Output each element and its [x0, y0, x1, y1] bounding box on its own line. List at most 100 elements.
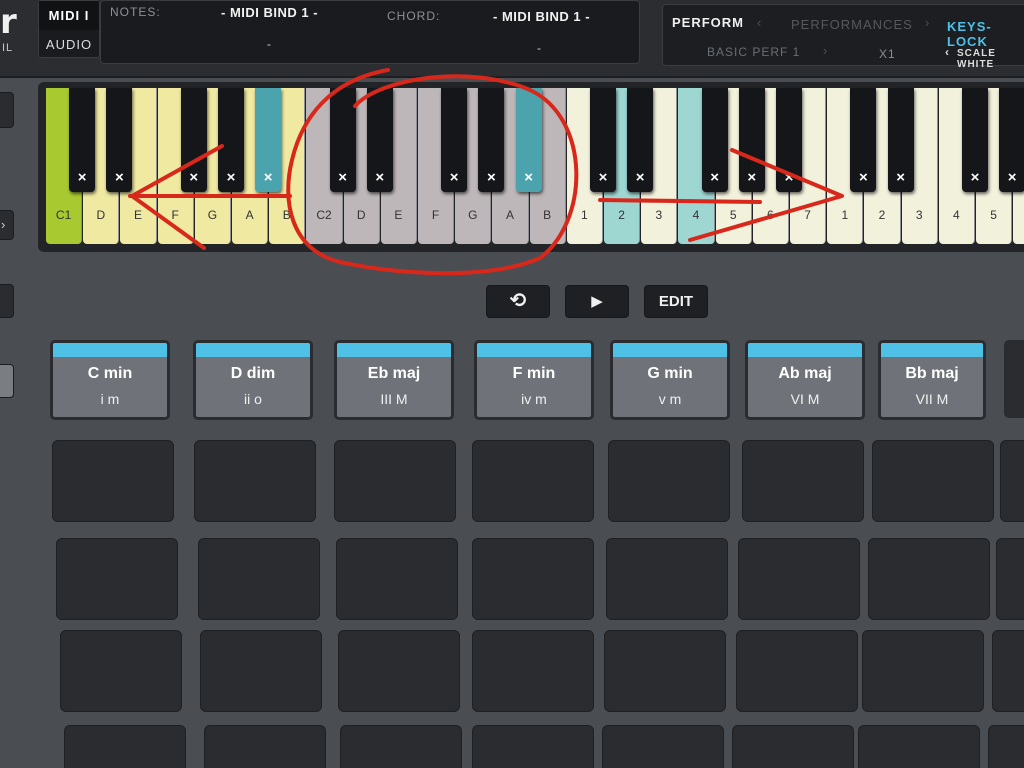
empty-pad[interactable]: [738, 538, 860, 620]
empty-pad[interactable]: [606, 538, 728, 620]
empty-pad[interactable]: [996, 538, 1024, 620]
chord-pad[interactable]: Bb maj VII M: [878, 340, 986, 420]
black-key[interactable]: ×: [218, 88, 244, 192]
chord-pad[interactable]: D dim ii o: [193, 340, 313, 420]
black-key[interactable]: ×: [850, 88, 877, 192]
app-logo-sub: IL: [2, 42, 14, 54]
keys-lock-button[interactable]: KEYS-LOCK: [947, 19, 1024, 49]
key-mute-icon: ×: [784, 169, 794, 186]
empty-pad[interactable]: [64, 725, 186, 768]
white-key-label: F: [171, 208, 179, 222]
empty-pad[interactable]: [868, 538, 990, 620]
black-key[interactable]: ×: [366, 88, 393, 192]
black-key[interactable]: ×: [701, 88, 728, 192]
empty-pad[interactable]: [52, 440, 174, 522]
empty-pad[interactable]: [340, 725, 462, 768]
black-key[interactable]: ×: [478, 88, 505, 192]
chord-pad-strip: [53, 343, 167, 357]
white-key-label: 3: [915, 208, 923, 222]
empty-pad[interactable]: [336, 538, 458, 620]
chord-pad[interactable]: G min v m: [610, 340, 730, 420]
empty-pad[interactable]: [472, 440, 594, 522]
chord-degree: ii o: [244, 391, 262, 407]
white-key-label: 2: [618, 208, 625, 222]
side-button-4[interactable]: [0, 364, 14, 398]
chord-pad-partial[interactable]: [1004, 340, 1024, 418]
notes-bind-select[interactable]: - MIDI BIND 1 -: [221, 5, 318, 20]
empty-pad[interactable]: [198, 538, 320, 620]
chord-pad[interactable]: Ab maj VI M: [745, 340, 865, 420]
mult-next-icon[interactable]: ›: [823, 43, 828, 58]
empty-pad[interactable]: [1000, 440, 1024, 522]
white-key-label: D: [96, 208, 106, 222]
black-key[interactable]: ×: [329, 88, 356, 192]
black-key[interactable]: ×: [999, 88, 1024, 192]
scale-white-button[interactable]: SCALE WHITE: [957, 48, 1024, 70]
black-key[interactable]: ×: [106, 88, 133, 192]
perf-next-icon[interactable]: ›: [925, 15, 930, 30]
black-key[interactable]: ×: [180, 88, 207, 192]
white-key-label: 5: [729, 208, 737, 222]
perf-prev-icon[interactable]: ‹: [757, 15, 762, 30]
empty-pad[interactable]: [872, 440, 994, 522]
performances-button[interactable]: PERFORMANCES: [791, 17, 913, 32]
empty-pad[interactable]: [742, 440, 864, 522]
empty-pad[interactable]: [988, 725, 1024, 768]
empty-pad[interactable]: [608, 440, 730, 522]
black-key[interactable]: ×: [515, 88, 542, 192]
chord-name: Ab maj: [778, 365, 832, 382]
empty-pad[interactable]: [992, 630, 1024, 712]
empty-pad[interactable]: [334, 440, 456, 522]
chord-pad[interactable]: C min i m: [50, 340, 170, 420]
chord-pad[interactable]: Eb maj III M: [334, 340, 454, 420]
empty-pad[interactable]: [604, 630, 726, 712]
empty-pad[interactable]: [732, 725, 854, 768]
black-key[interactable]: ×: [962, 88, 988, 192]
empty-pad[interactable]: [858, 725, 980, 768]
tab-audio[interactable]: AUDIO: [39, 30, 99, 59]
multiplier-value[interactable]: X1: [879, 47, 896, 61]
key-mute-icon: ×: [970, 169, 980, 186]
side-button-2[interactable]: ›: [0, 210, 14, 240]
key-mute-icon: ×: [189, 169, 199, 186]
black-key[interactable]: ×: [627, 88, 654, 192]
black-key[interactable]: ×: [590, 88, 616, 192]
empty-pad[interactable]: [56, 538, 178, 620]
black-key[interactable]: ×: [776, 88, 802, 192]
empty-pad[interactable]: [472, 725, 594, 768]
chord-bind-select[interactable]: - MIDI BIND 1 -: [493, 9, 590, 24]
empty-pad[interactable]: [200, 630, 322, 712]
black-key[interactable]: ×: [887, 88, 914, 192]
scale-prev-icon[interactable]: ‹: [945, 45, 950, 59]
white-key-label: D: [356, 208, 366, 222]
key-mute-icon: ×: [747, 169, 757, 186]
empty-pad[interactable]: [602, 725, 724, 768]
loop-button[interactable]: ⟲: [486, 285, 550, 318]
play-button[interactable]: ▶: [565, 285, 629, 318]
chord-degree: i m: [100, 391, 120, 407]
empty-pad[interactable]: [472, 630, 594, 712]
empty-pad[interactable]: [736, 630, 858, 712]
key-mute-icon: ×: [375, 169, 385, 186]
chord-pad-strip: [881, 343, 983, 357]
side-button-3[interactable]: [0, 284, 14, 318]
chord-pad[interactable]: F min iv m: [474, 340, 594, 420]
black-key[interactable]: ×: [441, 88, 468, 192]
empty-pad[interactable]: [338, 630, 460, 712]
key-mute-icon: ×: [524, 169, 533, 186]
black-key[interactable]: ×: [738, 88, 765, 192]
empty-pad[interactable]: [194, 440, 316, 522]
empty-pad[interactable]: [472, 538, 594, 620]
perform-button[interactable]: PERFORM: [672, 15, 744, 30]
black-key[interactable]: ×: [69, 88, 96, 192]
white-key-label: E: [394, 208, 403, 222]
black-key[interactable]: ×: [255, 88, 282, 192]
white-key-label: 2: [878, 208, 886, 222]
key-mute-icon: ×: [226, 169, 236, 186]
side-button-1[interactable]: [0, 92, 14, 128]
empty-pad[interactable]: [60, 630, 182, 712]
empty-pad[interactable]: [862, 630, 984, 712]
empty-pad[interactable]: [204, 725, 326, 768]
tab-midi[interactable]: MIDI I: [39, 1, 99, 30]
edit-button[interactable]: EDIT: [644, 285, 708, 318]
